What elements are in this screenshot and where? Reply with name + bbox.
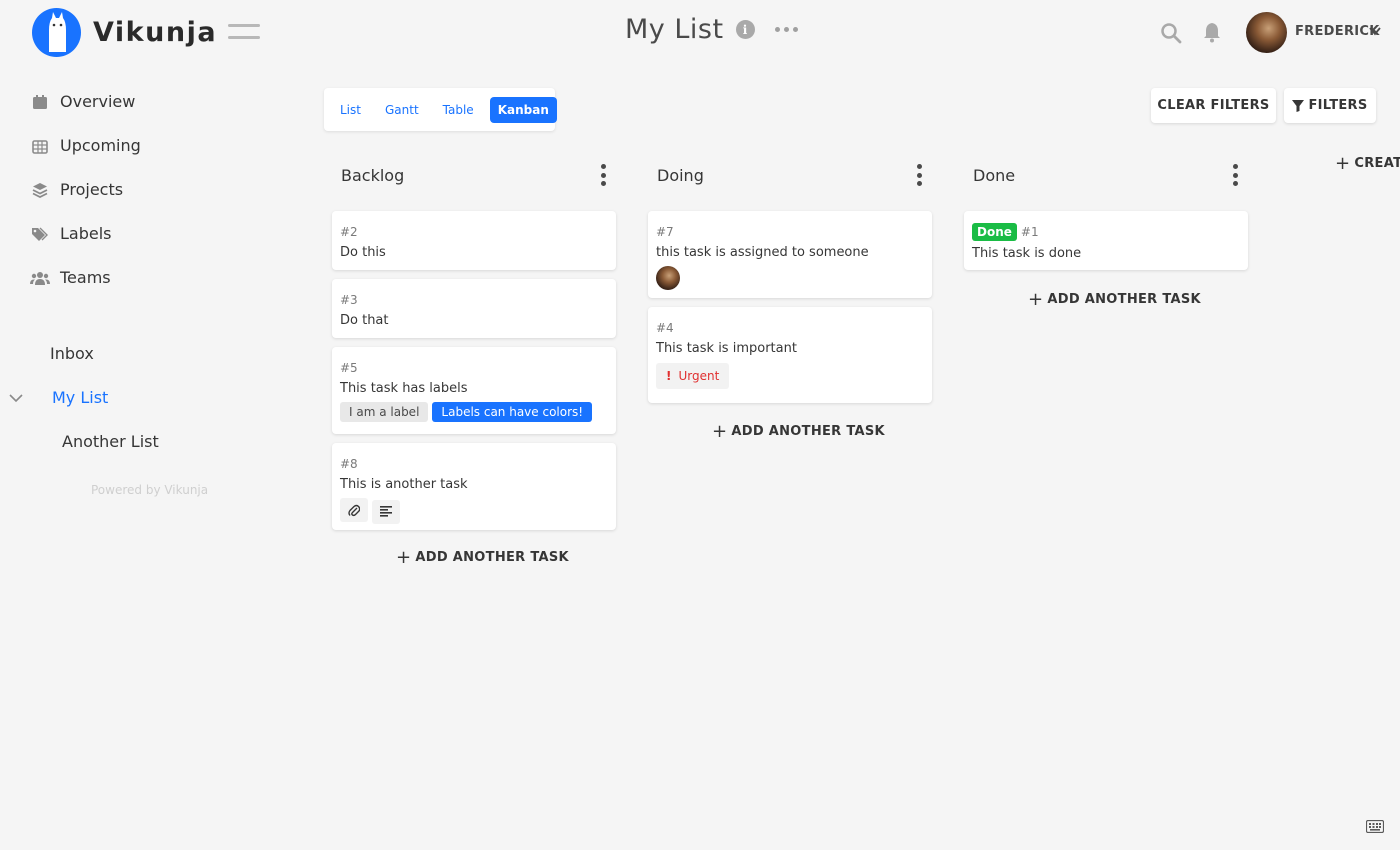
- users-icon: [30, 269, 50, 287]
- filters-label: FILTERS: [1308, 98, 1368, 113]
- task-card[interactable]: #3 Do that: [332, 279, 616, 338]
- filters-button[interactable]: FILTERS: [1284, 88, 1376, 123]
- sidebar-item-projects[interactable]: Projects: [30, 180, 123, 199]
- sidebar-list-another-list[interactable]: Another List: [62, 432, 159, 451]
- task-card[interactable]: #4 This task is important ! Urgent: [648, 307, 932, 403]
- add-task-label: ADD ANOTHER TASK: [731, 424, 885, 439]
- task-title: This task has labels: [340, 381, 468, 396]
- bucket-title[interactable]: Done: [973, 166, 1015, 185]
- description-icon: [372, 499, 400, 524]
- plus-icon: +: [712, 420, 728, 442]
- bucket-menu-icon[interactable]: [1233, 164, 1239, 186]
- create-bucket-label: CREATE: [1354, 156, 1400, 171]
- sidebar-item-teams[interactable]: Teams: [30, 268, 111, 287]
- add-task-label: ADD ANOTHER TASK: [415, 550, 569, 565]
- bucket-title[interactable]: Backlog: [341, 166, 404, 185]
- bucket-menu-icon[interactable]: [601, 164, 607, 186]
- calendar-grid-icon: [30, 137, 50, 155]
- chevron-down-icon[interactable]: [9, 392, 23, 404]
- task-id: #2: [340, 225, 358, 239]
- sidebar-item-label: Teams: [60, 268, 111, 287]
- sidebar-item-overview[interactable]: Overview: [30, 92, 135, 111]
- app-logo[interactable]: Vikunja: [32, 8, 217, 57]
- task-card[interactable]: #8 This is another task: [332, 443, 616, 530]
- sidebar-item-labels[interactable]: Labels: [30, 224, 112, 243]
- task-id: #4: [656, 321, 674, 335]
- view-switcher: List Gantt Table Kanban: [324, 88, 557, 131]
- llama-logo-icon: [32, 8, 81, 57]
- page-title-area: My List i: [625, 14, 798, 45]
- sidebar-list-inbox[interactable]: Inbox: [50, 344, 94, 363]
- user-avatar[interactable]: [1246, 12, 1287, 53]
- info-icon[interactable]: i: [735, 20, 755, 39]
- sidebar-item-label: Overview: [60, 92, 136, 111]
- chevron-down-icon[interactable]: [1369, 25, 1381, 37]
- label-chip: Labels can have colors!: [432, 402, 593, 422]
- task-card[interactable]: #7 this task is assigned to someone: [648, 211, 932, 298]
- add-task-button[interactable]: + ADD ANOTHER TASK: [396, 546, 569, 568]
- task-title: this task is assigned to someone: [656, 245, 869, 260]
- notifications-bell-icon[interactable]: [1201, 21, 1223, 43]
- sidebar-item-upcoming[interactable]: Upcoming: [30, 136, 141, 155]
- task-id: #3: [340, 293, 358, 307]
- more-options-icon[interactable]: [774, 27, 798, 32]
- add-task-button[interactable]: + ADD ANOTHER TASK: [712, 420, 885, 442]
- view-table-button[interactable]: Table: [435, 97, 482, 123]
- task-title: Do this: [340, 245, 386, 260]
- task-title: This is another task: [340, 477, 468, 492]
- add-task-label: ADD ANOTHER TASK: [1047, 292, 1201, 307]
- search-icon[interactable]: [1160, 22, 1182, 44]
- powered-by-link[interactable]: Powered by Vikunja: [91, 483, 208, 497]
- priority-badge: ! Urgent: [656, 363, 730, 389]
- task-id: #5: [340, 361, 358, 375]
- bucket-menu-icon[interactable]: [917, 164, 923, 186]
- sidebar-item-label: Labels: [60, 224, 112, 243]
- task-id: #8: [340, 457, 358, 471]
- view-kanban-button[interactable]: Kanban: [489, 96, 557, 123]
- menu-toggle-icon[interactable]: [228, 24, 260, 42]
- task-id: #7: [656, 225, 674, 239]
- task-title: This task is done: [972, 246, 1082, 261]
- done-badge: Done: [972, 223, 1017, 241]
- top-bar: Vikunja My List i FREDERICK: [0, 0, 1400, 64]
- clear-filters-button[interactable]: CLEAR FILTERS: [1151, 88, 1276, 123]
- tags-icon: [30, 225, 50, 243]
- plus-icon: +: [1028, 288, 1044, 310]
- view-gantt-button[interactable]: Gantt: [377, 97, 427, 123]
- sidebar-item-label: Upcoming: [60, 136, 141, 155]
- app-name: Vikunja: [93, 17, 218, 48]
- add-task-button[interactable]: + ADD ANOTHER TASK: [1028, 288, 1201, 310]
- exclamation-icon: !: [666, 369, 672, 383]
- task-card[interactable]: #2 Do this: [332, 211, 616, 270]
- page-title: My List: [625, 14, 724, 45]
- calendar-icon: [30, 93, 50, 111]
- sidebar-list-my-list[interactable]: My List: [52, 388, 108, 407]
- bucket-title[interactable]: Doing: [657, 166, 704, 185]
- username[interactable]: FREDERICK: [1295, 24, 1380, 39]
- label-chip: I am a label: [340, 402, 429, 422]
- paperclip-icon: [340, 498, 368, 522]
- create-bucket-button[interactable]: +CREATE: [1335, 152, 1400, 174]
- keyboard-shortcuts-icon[interactable]: [1366, 820, 1384, 833]
- plus-icon: +: [1335, 152, 1351, 174]
- assignee-avatar: [656, 266, 680, 290]
- view-list-button[interactable]: List: [332, 97, 369, 123]
- filter-icon: [1292, 99, 1305, 112]
- task-id: #1: [1020, 225, 1039, 239]
- task-title: Do that: [340, 313, 389, 328]
- task-card[interactable]: Done #1 This task is done: [964, 211, 1248, 270]
- task-labels: I am a label Labels can have colors!: [340, 396, 608, 422]
- task-title: This task is important: [656, 341, 797, 356]
- sidebar-item-label: Projects: [60, 180, 124, 199]
- priority-label: Urgent: [678, 369, 720, 383]
- task-card[interactable]: #5 This task has labels I am a label Labe…: [332, 347, 616, 434]
- layers-icon: [30, 181, 50, 199]
- plus-icon: +: [396, 546, 412, 568]
